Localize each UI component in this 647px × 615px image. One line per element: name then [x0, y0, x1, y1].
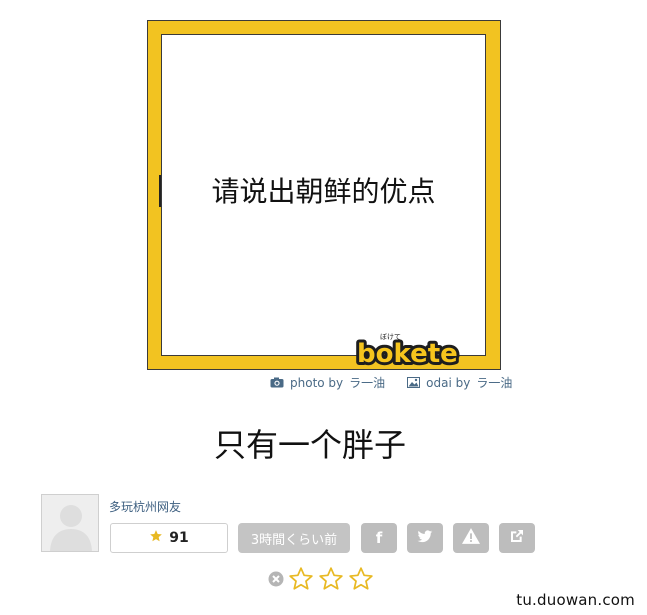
star-count-value: 91 [169, 530, 189, 546]
odai-prompt: 请说出朝鲜的优点 [211, 175, 436, 208]
time-ago-badge: 3時間くらい前 [238, 523, 350, 553]
site-watermark: tu.duowan.com [516, 591, 635, 609]
external-link-icon [509, 528, 525, 548]
username-link[interactable]: 多玩杭州网友 [109, 498, 181, 515]
camera-icon [270, 377, 284, 388]
clear-rating-icon[interactable] [268, 571, 284, 591]
bokete-logo: ぼけて bokete bokete [354, 333, 461, 366]
logo-text: bokete [357, 339, 458, 366]
facebook-share-button[interactable]: f [361, 523, 397, 553]
rating-star-3[interactable] [348, 566, 374, 596]
star-icon [149, 529, 163, 547]
report-button[interactable] [453, 523, 489, 553]
odai-by-label: odai by [426, 375, 471, 390]
rating-star-2[interactable] [318, 566, 344, 596]
warning-icon [462, 528, 480, 548]
external-link-button[interactable] [499, 523, 535, 553]
odai-author-link[interactable]: ラ一油 [476, 374, 512, 391]
rating-row [268, 566, 374, 596]
photo-by-label: photo by [290, 375, 344, 390]
boke-answer: 只有一个胖子 [213, 426, 406, 464]
credits-line: photo by ラ一油 odai by ラ一油 [270, 374, 512, 391]
facebook-icon: f [375, 529, 383, 547]
twitter-icon [417, 529, 433, 548]
image-icon [407, 377, 421, 388]
star-count-button[interactable]: 91 [110, 523, 228, 553]
avatar[interactable] [41, 494, 99, 552]
twitter-share-button[interactable] [407, 523, 443, 553]
rating-star-1[interactable] [288, 566, 314, 596]
photo-author-link[interactable]: ラ一油 [349, 374, 385, 391]
